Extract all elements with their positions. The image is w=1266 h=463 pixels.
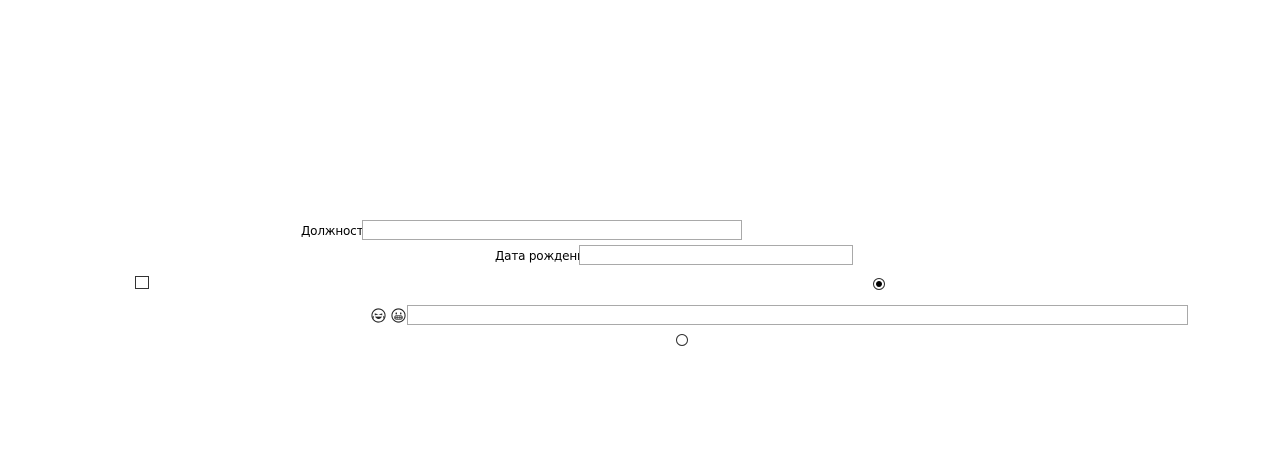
wide-text-field[interactable] bbox=[407, 305, 1188, 325]
birthdate-label: Дата рождения bbox=[495, 249, 592, 263]
laughing-face-icon bbox=[371, 308, 386, 323]
position-label: Должность bbox=[301, 224, 371, 238]
grinning-face-icon bbox=[391, 308, 406, 323]
position-field[interactable] bbox=[362, 220, 742, 240]
birthdate-field[interactable] bbox=[579, 245, 853, 265]
radio-selected-dot bbox=[876, 281, 882, 287]
checkbox[interactable] bbox=[135, 276, 149, 289]
radio-button-unselected[interactable] bbox=[676, 334, 688, 346]
radio-button-selected[interactable] bbox=[873, 278, 885, 290]
